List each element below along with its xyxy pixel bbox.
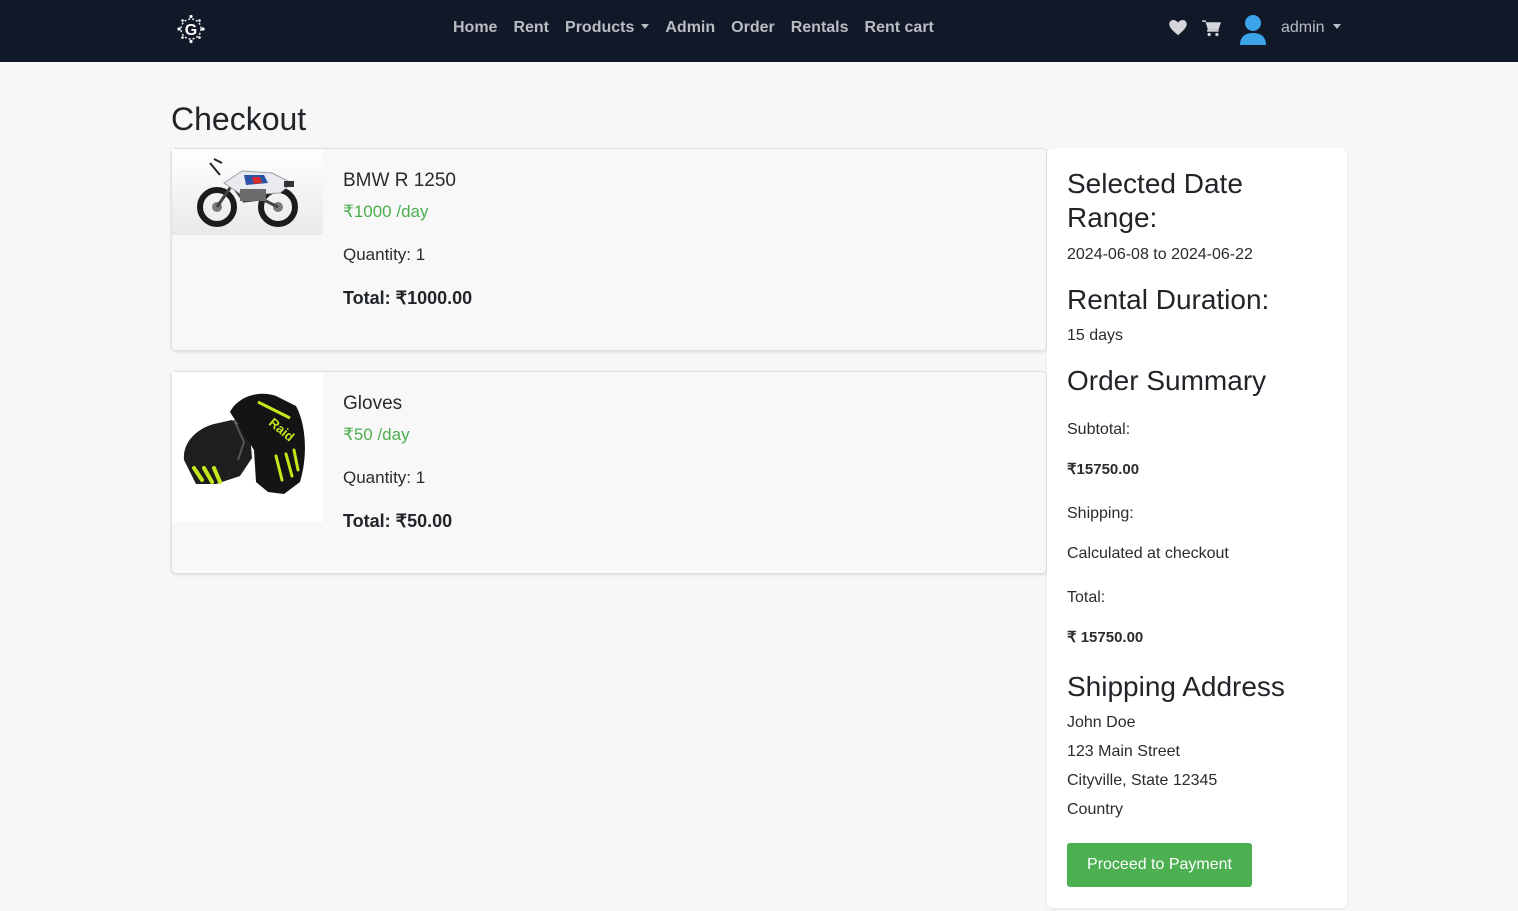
gloves-image: Raid <box>172 372 323 522</box>
rental-duration-heading: Rental Duration: <box>1067 284 1270 315</box>
navbar: G Home Rent Products Admin Order Rentals… <box>0 0 1518 62</box>
item-total: Total: ₹1000.00 <box>343 288 473 308</box>
nav-user-area: admin <box>1168 0 1341 56</box>
cart-icon[interactable] <box>1201 18 1223 38</box>
address-line: John Doe <box>1067 714 1136 731</box>
avatar-icon[interactable] <box>1239 14 1267 46</box>
item-price: ₹1000 /day <box>343 202 429 221</box>
total-label: Total: <box>1067 589 1106 606</box>
item-details: BMW R 1250 ₹1000 /day Quantity: 1 Total:… <box>343 169 472 309</box>
logo-icon[interactable]: G <box>175 13 207 45</box>
item-price: ₹50 /day <box>343 425 410 444</box>
heart-icon[interactable] <box>1168 18 1188 38</box>
nav-rent[interactable]: Rent <box>513 19 549 37</box>
item-quantity: Quantity: 1 <box>343 468 426 487</box>
order-summary-heading: Order Summary <box>1067 365 1267 396</box>
address-line: Cityville, State 12345 <box>1067 772 1218 789</box>
item-total: Total: ₹50.00 <box>343 511 453 531</box>
item-name: BMW R 1250 <box>343 170 456 191</box>
cart-item-card: Raid Gloves ₹50 /day Quantity: 1 Total: … <box>171 371 1047 574</box>
user-menu-dropdown[interactable]: admin <box>1281 19 1341 37</box>
item-details: Gloves ₹50 /day Quantity: 1 Total: ₹50.0… <box>343 392 452 532</box>
date-range-heading: Selected Date <box>1067 168 1243 199</box>
order-summary-panel: Selected Date Range: 2024-06-08 to 2024-… <box>1047 148 1347 908</box>
proceed-to-payment-button[interactable]: Proceed to Payment <box>1067 843 1252 887</box>
date-range-value: 2024-06-08 to 2024-06-22 <box>1067 246 1253 263</box>
nav-home[interactable]: Home <box>453 19 497 37</box>
main-nav: Home Rent Products Admin Order Rentals R… <box>453 0 950 56</box>
shipping-value: Calculated at checkout <box>1067 545 1229 562</box>
nav-rentals[interactable]: Rentals <box>791 19 849 37</box>
total-value: ₹ 15750.00 <box>1067 629 1144 646</box>
nav-order[interactable]: Order <box>731 19 775 37</box>
nav-rent-cart[interactable]: Rent cart <box>865 19 934 37</box>
nav-admin[interactable]: Admin <box>665 19 715 37</box>
shipping-label: Shipping: <box>1067 505 1134 522</box>
page-title: Checkout <box>171 101 307 137</box>
shipping-address-heading: Shipping Address <box>1067 671 1285 702</box>
item-quantity: Quantity: 1 <box>343 245 426 264</box>
subtotal-value: ₹15750.00 <box>1067 461 1140 478</box>
date-range-heading-2: Range: <box>1067 202 1158 233</box>
address-line: 123 Main Street <box>1067 743 1180 760</box>
motorcycle-image <box>172 149 323 235</box>
item-name: Gloves <box>343 393 403 414</box>
address-line: Country <box>1067 801 1124 818</box>
cart-item-card: BMW R 1250 ₹1000 /day Quantity: 1 Total:… <box>171 148 1047 351</box>
subtotal-label: Subtotal: <box>1067 421 1131 438</box>
nav-products-dropdown[interactable]: Products <box>565 19 649 37</box>
svg-text:G: G <box>185 22 197 39</box>
rental-duration-value: 15 days <box>1067 327 1124 344</box>
